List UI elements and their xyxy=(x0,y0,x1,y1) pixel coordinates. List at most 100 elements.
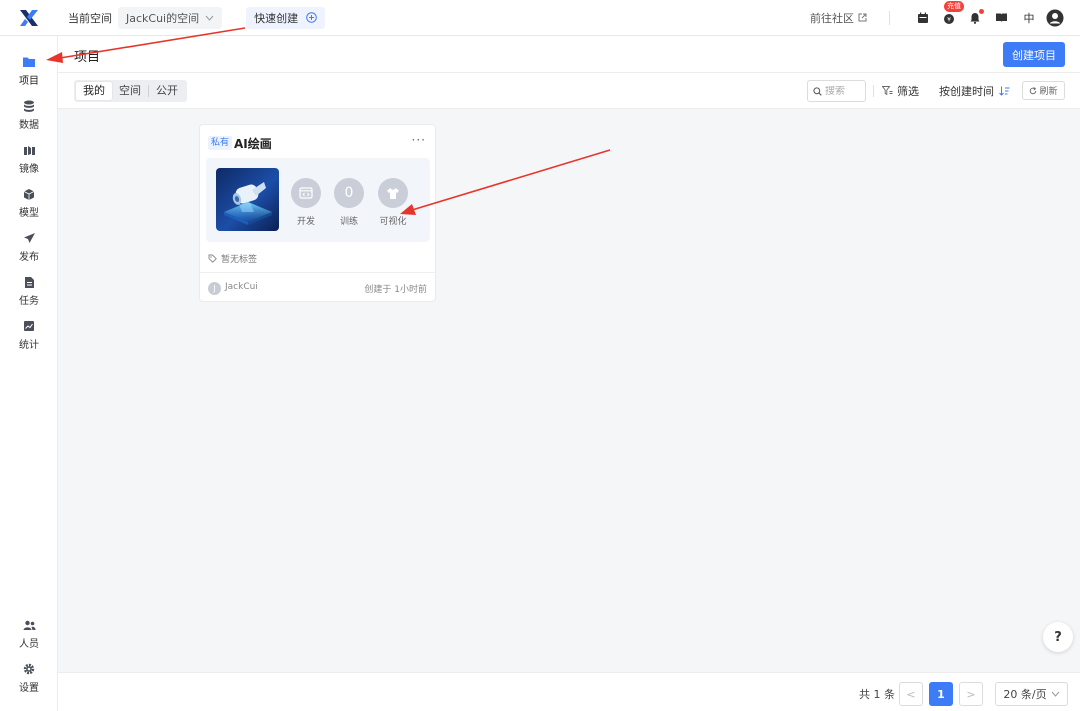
calendar-icon xyxy=(918,12,928,23)
top-right-tools: 前往社区 ¥ 充值 中 xyxy=(810,0,1080,36)
document-icon xyxy=(22,275,36,289)
sidebar-item-label: 数据 xyxy=(19,120,39,131)
mirror-icon xyxy=(22,143,36,157)
card-footer: J JackCui 创建于 1小时前 xyxy=(200,272,435,302)
folder-icon xyxy=(22,55,36,69)
prev-page-button[interactable]: < xyxy=(899,682,923,706)
sidebar-item-models[interactable]: 模型 xyxy=(0,183,58,223)
community-label: 前往社区 xyxy=(810,11,854,25)
project-title[interactable]: AI绘画 xyxy=(234,135,272,152)
coin-icon: ¥ xyxy=(944,13,954,24)
refresh-button[interactable]: 刷新 xyxy=(1022,81,1065,100)
calendar-button[interactable] xyxy=(912,7,934,29)
filter-button[interactable]: 筛选 xyxy=(882,83,919,99)
refresh-label: 刷新 xyxy=(1039,87,1058,97)
sidebar-item-statistics[interactable]: 统计 xyxy=(0,315,58,355)
annotation-arrow-line xyxy=(411,149,611,211)
quick-create-button[interactable]: 快速创建 xyxy=(246,6,326,29)
create-project-button[interactable]: 创建项目 xyxy=(1003,42,1065,67)
tags-row[interactable]: 暂无标签 xyxy=(208,252,257,265)
project-card[interactable]: 私有 AI绘画 ··· 开发 0 训练 可视化 暂无标签 J JackCui 创… xyxy=(199,124,436,302)
projector-illustration xyxy=(224,182,272,225)
sidebar-item-label: 人员 xyxy=(19,639,39,650)
tag-icon xyxy=(208,254,217,263)
page-size-select[interactable]: 20 条/页 xyxy=(995,682,1068,706)
logo-icon xyxy=(20,9,38,26)
visibility-tag: 私有 xyxy=(208,136,233,150)
page-number-current[interactable]: 1 xyxy=(929,682,953,706)
chart-icon xyxy=(22,319,36,333)
svg-text:¥: ¥ xyxy=(947,16,951,23)
sidebar-item-label: 设置 xyxy=(19,683,39,694)
users-icon xyxy=(22,618,36,632)
avatar: J xyxy=(208,282,221,295)
community-link[interactable]: 前往社区 xyxy=(810,10,867,26)
user-avatar-button[interactable] xyxy=(1044,7,1066,29)
sidebar-item-projects[interactable]: 项目 xyxy=(0,51,58,91)
feature-label: 开发 xyxy=(296,217,315,227)
sort-button[interactable]: 按创建时间 xyxy=(939,83,1010,99)
book-icon xyxy=(995,13,1007,22)
more-options-icon[interactable]: ··· xyxy=(412,133,426,147)
cube-icon xyxy=(22,187,36,201)
sidebar-item-label: 统计 xyxy=(19,340,39,351)
filter-icon xyxy=(882,86,893,96)
scope-tabs: 我的 空间 公开 xyxy=(74,80,187,102)
chevron-down-icon xyxy=(205,15,214,21)
app-logo[interactable] xyxy=(0,0,58,36)
sidebar-item-label: 镜像 xyxy=(19,164,39,175)
main-header: 项目 创建项目 xyxy=(58,36,1080,73)
gear-icon xyxy=(22,662,36,676)
language-toggle[interactable]: 中 xyxy=(1018,10,1040,26)
feature-label: 训练 xyxy=(339,217,358,227)
code-window-icon xyxy=(291,178,321,208)
external-link-icon xyxy=(858,13,867,22)
sidebar-item-members[interactable]: 人员 xyxy=(0,614,58,654)
paper-plane-icon xyxy=(22,231,36,245)
tags-label: 暂无标签 xyxy=(221,255,258,265)
recharge-badge: 充值 xyxy=(944,0,964,12)
current-space-label: 当前空间 xyxy=(68,11,112,25)
help-button[interactable]: ? xyxy=(1043,622,1073,652)
sidebar: 项目 数据 镜像 模型 发布 任务 统计 人员 设置 xyxy=(0,36,58,711)
sidebar-item-label: 发布 xyxy=(19,252,39,263)
next-page-button[interactable]: > xyxy=(959,682,983,706)
shirt-icon xyxy=(378,178,408,208)
filter-label: 筛选 xyxy=(897,85,919,98)
search-box[interactable] xyxy=(807,80,866,102)
sidebar-item-tasks[interactable]: 任务 xyxy=(0,271,58,311)
recharge-button[interactable]: ¥ 充值 xyxy=(938,0,964,29)
refresh-icon xyxy=(1030,86,1037,94)
sidebar-item-label: 项目 xyxy=(19,76,39,87)
docs-button[interactable] xyxy=(990,7,1012,29)
sort-label: 按创建时间 xyxy=(939,85,994,98)
sidebar-item-settings[interactable]: 设置 xyxy=(0,658,58,698)
tab-space[interactable]: 空间 xyxy=(112,82,148,100)
notifications-button[interactable] xyxy=(964,7,986,29)
space-select[interactable]: JackCui的空间 xyxy=(118,6,223,29)
tab-public[interactable]: 公开 xyxy=(149,82,185,100)
sort-descending-icon xyxy=(999,86,1010,96)
sidebar-item-label: 任务 xyxy=(19,296,39,307)
sidebar-item-publish[interactable]: 发布 xyxy=(0,227,58,267)
author-name: JackCui xyxy=(225,282,258,292)
sidebar-item-data[interactable]: 数据 xyxy=(0,95,58,135)
train-count-badge: 0 xyxy=(334,178,364,208)
notification-dot xyxy=(979,8,984,14)
sidebar-item-label: 模型 xyxy=(19,208,39,219)
feature-visualize[interactable]: 可视化 xyxy=(373,178,413,227)
top-bar: 当前空间 JackCui的空间 快速创建 前往社区 ¥ 充值 中 xyxy=(0,0,1080,36)
sidebar-item-images[interactable]: 镜像 xyxy=(0,139,58,179)
project-thumbnail[interactable] xyxy=(216,168,279,231)
filter-toolbar: 我的 空间 公开 筛选 按创建时间 刷新 xyxy=(58,73,1080,109)
total-count: 共 1 条 xyxy=(859,688,895,701)
feature-train[interactable]: 0 训练 xyxy=(329,178,369,227)
divider xyxy=(889,10,890,25)
pagination: 共 1 条 < 1 > 20 条/页 xyxy=(58,672,1080,711)
tab-mine[interactable]: 我的 xyxy=(76,82,112,100)
user-circle-icon xyxy=(1046,9,1064,26)
feature-develop[interactable]: 开发 xyxy=(286,178,326,227)
page-size-value: 20 条/页 xyxy=(1003,688,1047,701)
page-title: 项目 xyxy=(74,50,101,65)
search-input[interactable] xyxy=(825,85,863,97)
